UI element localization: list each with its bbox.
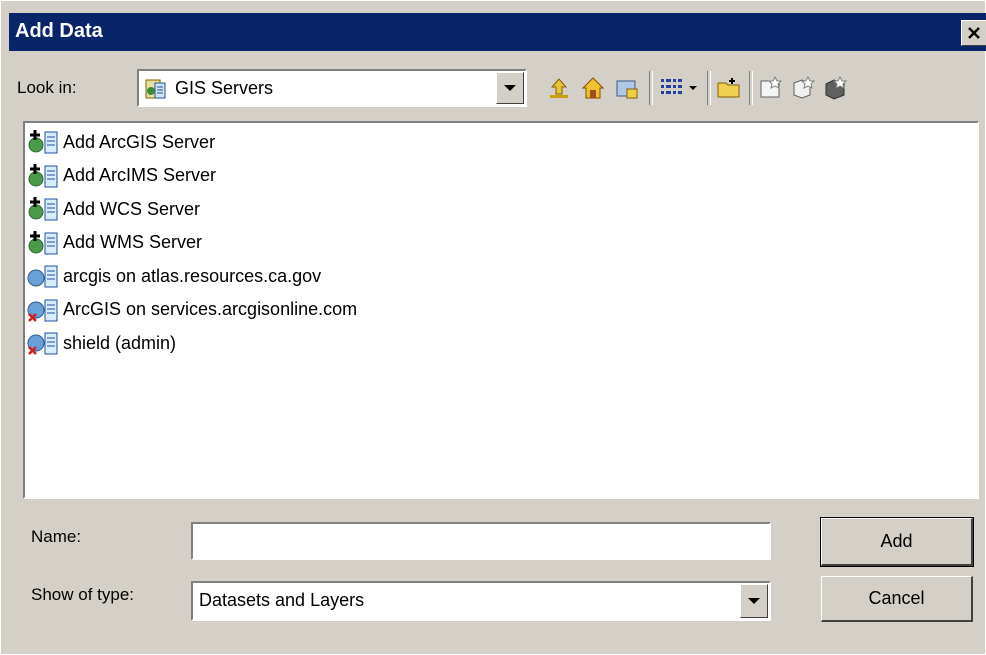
name-label: Name: <box>31 527 82 546</box>
add-button[interactable]: Add <box>820 517 974 567</box>
new-folder-button[interactable] <box>715 74 743 102</box>
home-icon <box>581 77 605 99</box>
show-of-type-value: Datasets and Layers <box>199 590 365 610</box>
list-item-label: arcgis on atlas.resources.ca.gov <box>63 265 322 286</box>
gis-servers-icon <box>145 79 166 99</box>
close-icon <box>968 27 980 39</box>
show-of-type-combobox[interactable]: Datasets and Layers <box>191 581 771 621</box>
close-button[interactable] <box>961 20 986 46</box>
add-data-dialog: Add Data Look in: GIS Servers Add ArcGIS… <box>0 0 986 655</box>
new-folder-icon <box>717 78 740 98</box>
up-one-level-button[interactable] <box>545 74 573 102</box>
look-in-dropdown-button[interactable] <box>496 72 524 104</box>
look-in-label: Look in: <box>17 78 77 97</box>
cancel-button[interactable]: Cancel <box>821 576 973 622</box>
list-item[interactable]: ArcGIS on services.arcgisonline.com <box>27 295 357 325</box>
look-in-combobox[interactable]: GIS Servers <box>137 69 527 107</box>
dialog-title: Add Data <box>15 20 103 42</box>
list-item[interactable]: shield (admin) <box>27 328 176 358</box>
view-dropdown-icon <box>689 86 697 90</box>
view-list-button[interactable] <box>657 74 685 102</box>
new-feature-icon <box>825 75 848 100</box>
list-item-label: shield (admin) <box>63 332 177 353</box>
list-item[interactable]: Add ArcIMS Server <box>27 161 216 191</box>
look-in-value: GIS Servers <box>175 78 274 98</box>
new-shapefile-button[interactable] <box>757 74 785 102</box>
add-server-icon <box>27 230 61 256</box>
server-connection-error-icon <box>27 297 61 323</box>
list-item-label: Add WCS Server <box>63 198 201 219</box>
add-server-icon <box>27 129 61 155</box>
new-geodatabase-button[interactable] <box>789 74 817 102</box>
list-item-label: Add ArcGIS Server <box>63 131 216 152</box>
list-item-label: ArcGIS on services.arcgisonline.com <box>63 299 358 319</box>
connect-to-folder-icon <box>616 80 638 99</box>
show-of-type-dropdown-button[interactable] <box>740 584 768 618</box>
content-list[interactable]: Add ArcGIS Server Add ArcIMS Server Add WC… <box>23 121 979 499</box>
chevron-down-icon <box>504 85 516 91</box>
chevron-down-icon <box>748 598 760 604</box>
list-item[interactable]: Add WCS Server <box>27 194 200 224</box>
add-server-icon <box>27 196 61 222</box>
add-server-icon <box>27 163 61 189</box>
list-item[interactable]: Add WMS Server <box>27 228 202 258</box>
new-shapefile-icon <box>760 75 783 98</box>
title-bar[interactable]: Add Data <box>9 13 986 51</box>
list-item[interactable]: arcgis on atlas.resources.ca.gov <box>27 261 321 291</box>
view-list-icon <box>661 79 682 94</box>
name-input[interactable] <box>191 522 771 560</box>
server-connection-error-icon <box>27 330 61 356</box>
up-one-level-icon <box>550 78 568 98</box>
show-of-type-label: Show of type: <box>31 585 135 604</box>
home-button[interactable] <box>579 74 607 102</box>
new-geodatabase-icon <box>793 75 816 99</box>
view-dropdown-button[interactable] <box>685 74 701 102</box>
server-connection-icon <box>27 263 61 289</box>
list-item[interactable]: Add ArcGIS Server <box>27 127 215 157</box>
new-feature-button[interactable] <box>821 74 849 102</box>
connect-to-folder-button[interactable] <box>613 74 641 102</box>
list-item-label: Add WMS Server <box>63 232 203 252</box>
list-item-label: Add ArcIMS Server <box>63 165 217 185</box>
